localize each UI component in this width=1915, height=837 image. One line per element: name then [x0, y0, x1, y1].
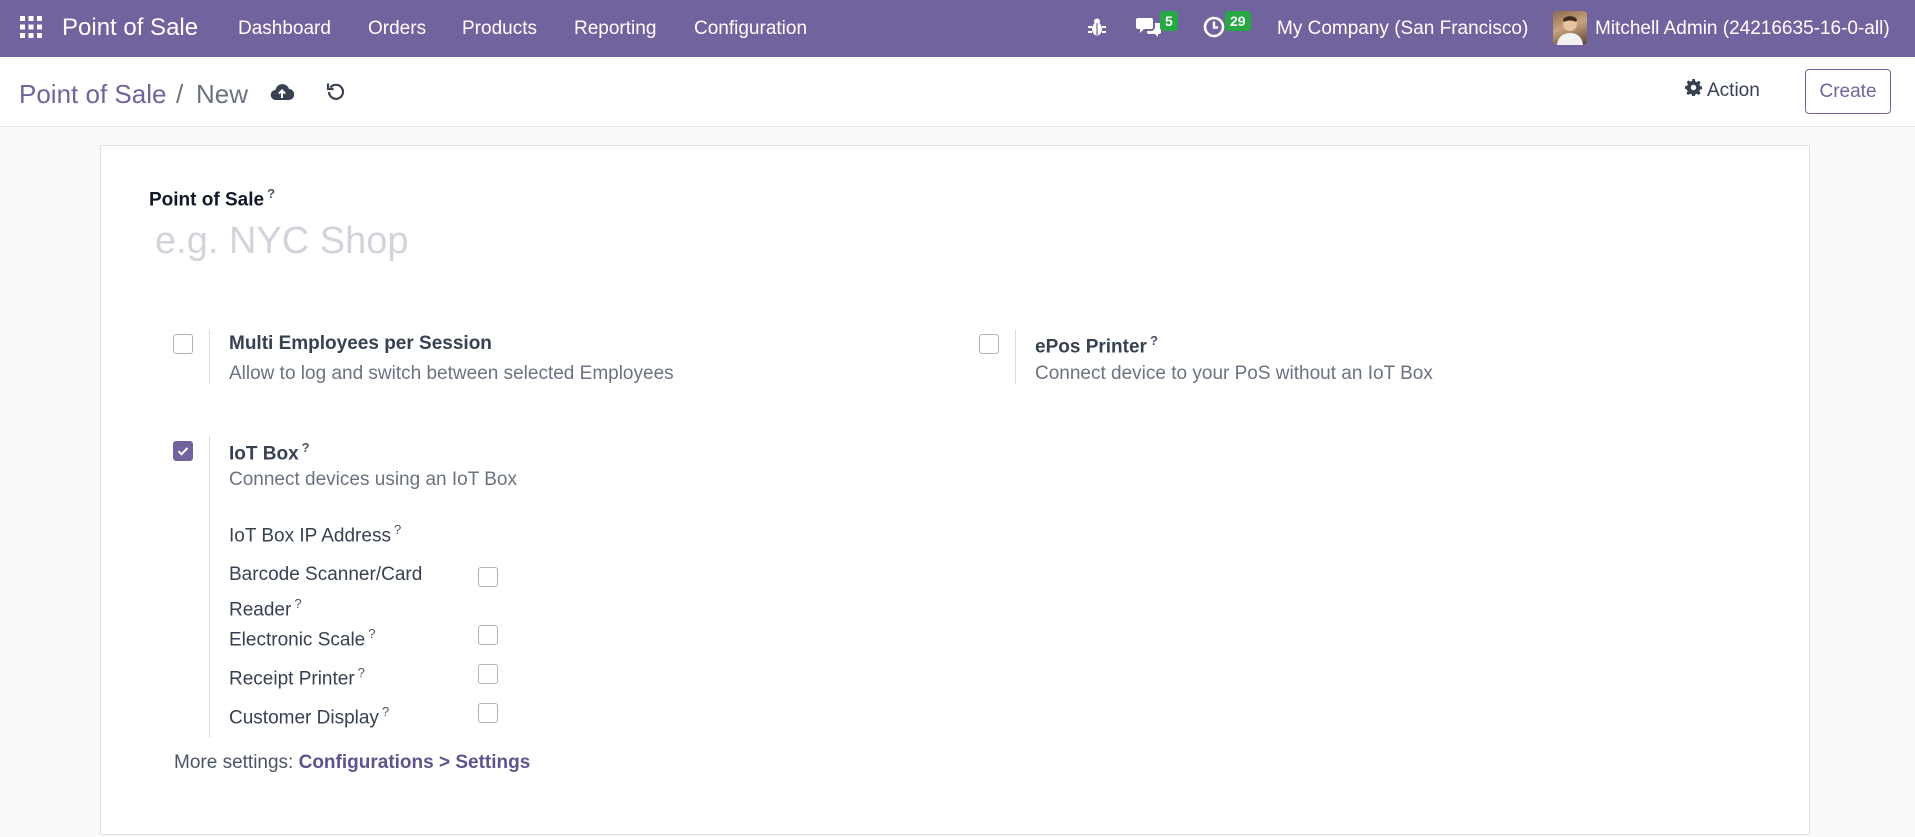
undo-icon[interactable] — [326, 81, 346, 106]
messages-count-badge: 5 — [1160, 11, 1178, 31]
breadcrumb-separator: / — [176, 79, 184, 109]
form-sheet: Point of Sale? Multi Employees per Sessi… — [100, 145, 1810, 835]
iot-box-title: IoT Box? — [229, 440, 310, 465]
epos-printer-title: ePos Printer? — [1035, 333, 1158, 358]
electronic-scale-label: Electronic Scale? — [229, 626, 376, 651]
help-tooltip-icon[interactable]: ? — [267, 186, 275, 201]
breadcrumb-root[interactable]: Point of Sale — [19, 79, 166, 110]
menu-orders[interactable]: Orders — [368, 18, 426, 40]
pos-name-input[interactable] — [149, 216, 1749, 266]
user-menu[interactable]: Mitchell Admin (24216635-16-0-all) — [1595, 18, 1890, 40]
iot-box-description: Connect devices using an IoT Box — [229, 469, 517, 490]
top-navbar: Point of Sale Dashboard Orders Products … — [0, 0, 1915, 57]
settings-link[interactable]: Configurations > Settings — [299, 752, 531, 773]
create-button[interactable]: Create — [1805, 69, 1891, 114]
help-tooltip-icon[interactable]: ? — [368, 626, 375, 641]
receipt-printer-checkbox[interactable] — [478, 664, 498, 684]
help-tooltip-icon[interactable]: ? — [294, 596, 301, 611]
action-menu-button[interactable]: Action — [1685, 79, 1760, 102]
help-tooltip-icon[interactable]: ? — [394, 522, 401, 537]
check-icon — [177, 447, 189, 456]
avatar[interactable] — [1553, 11, 1587, 45]
chat-icon[interactable] — [1136, 16, 1162, 43]
activities-count-badge: 29 — [1225, 11, 1251, 31]
control-panel: Point of Sale / New Action Create — [0, 57, 1915, 127]
setting-divider — [1015, 330, 1016, 384]
breadcrumb-current: New — [196, 79, 249, 109]
epos-printer-checkbox[interactable] — [979, 334, 999, 354]
help-tooltip-icon[interactable]: ? — [382, 704, 389, 719]
action-label: Action — [1707, 79, 1760, 101]
cloud-upload-icon[interactable] — [270, 83, 295, 106]
multi-employees-description: Allow to log and switch between selected… — [229, 363, 674, 384]
help-tooltip-icon[interactable]: ? — [302, 440, 310, 455]
multi-employees-title: Multi Employees per Session — [229, 333, 492, 354]
electronic-scale-checkbox[interactable] — [478, 625, 498, 645]
setting-divider — [209, 330, 210, 384]
company-switcher[interactable]: My Company (San Francisco) — [1277, 18, 1528, 40]
setting-divider — [209, 436, 210, 738]
customer-display-label: Customer Display? — [229, 704, 390, 729]
barcode-scanner-label: Barcode Scanner/Card Reader? — [229, 564, 423, 621]
epos-printer-description: Connect device to your PoS without an Io… — [1035, 363, 1433, 384]
iot-box-checkbox[interactable] — [173, 441, 193, 461]
gear-icon — [1685, 79, 1703, 102]
bug-icon[interactable] — [1088, 17, 1106, 42]
menu-products[interactable]: Products — [462, 18, 537, 40]
clock-icon[interactable] — [1203, 16, 1225, 43]
menu-dashboard[interactable]: Dashboard — [238, 18, 331, 40]
grid-icon[interactable] — [20, 16, 42, 38]
pos-name-label: Point of Sale? — [149, 186, 276, 211]
menu-reporting[interactable]: Reporting — [574, 18, 656, 40]
multi-employees-checkbox[interactable] — [173, 334, 193, 354]
help-tooltip-icon[interactable]: ? — [1150, 333, 1158, 348]
menu-configuration[interactable]: Configuration — [694, 18, 807, 40]
app-brand[interactable]: Point of Sale — [62, 14, 198, 42]
help-tooltip-icon[interactable]: ? — [358, 665, 365, 680]
barcode-scanner-checkbox[interactable] — [478, 567, 498, 587]
more-settings: More settings: Configurations > Settings — [174, 752, 531, 773]
customer-display-checkbox[interactable] — [478, 703, 498, 723]
receipt-printer-label: Receipt Printer? — [229, 665, 365, 690]
iot-box-ip-label: IoT Box IP Address? — [229, 522, 402, 547]
